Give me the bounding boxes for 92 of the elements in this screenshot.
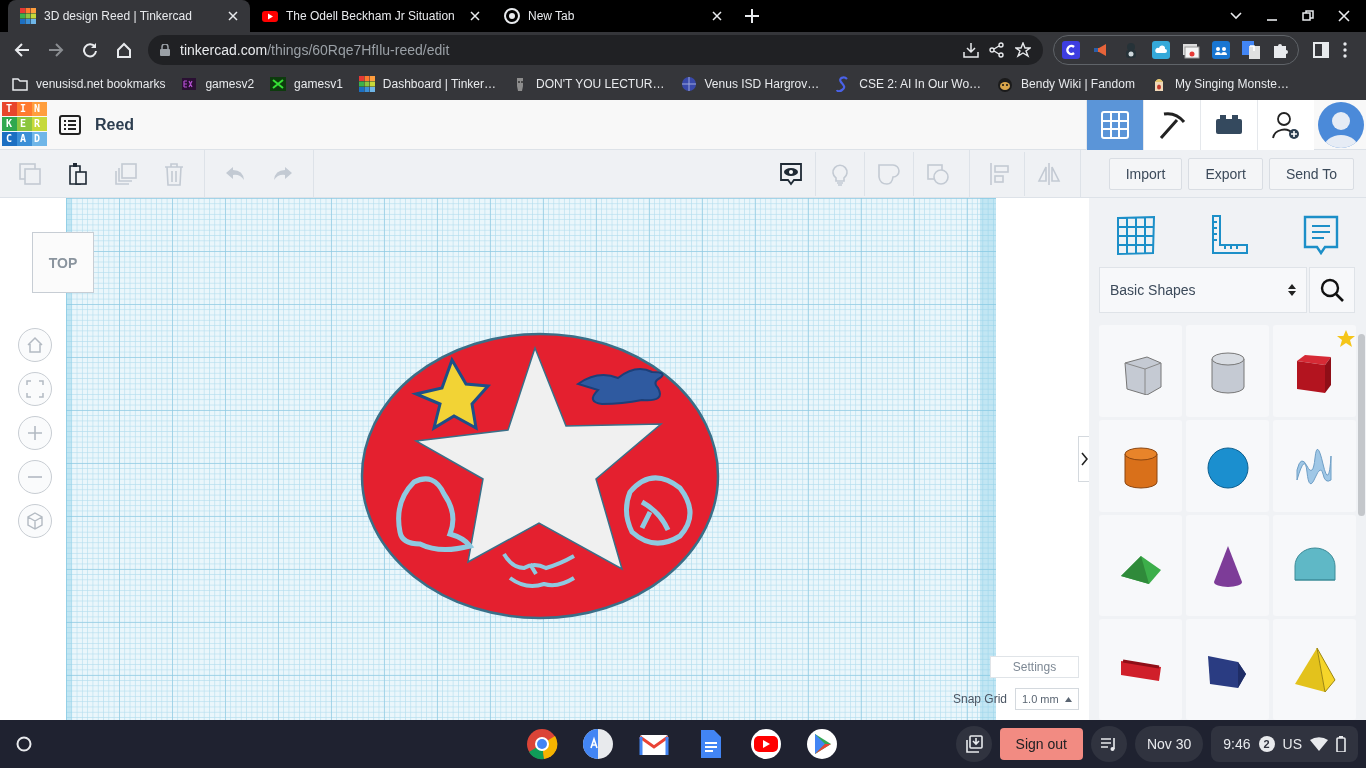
- snap-grid-label: Snap Grid: [952, 692, 1007, 706]
- bookmark-link[interactable]: Bendy Wiki | Fandom: [1021, 77, 1135, 91]
- sign-out-button[interactable]: Sign out: [999, 728, 1083, 760]
- chevron-right-icon[interactable]: [1081, 452, 1088, 466]
- more-icon[interactable]: [1343, 42, 1347, 58]
- grid-view-icon: [1101, 110, 1129, 139]
- windows-stack-icon[interactable]: [1182, 41, 1200, 59]
- shape-tile[interactable]: [1186, 619, 1269, 720]
- browser-tab[interactable]: The Odell Beckham Jr Situation: [250, 0, 492, 32]
- bookmark-link[interactable]: CSE 2: AI In Our Wo…: [859, 77, 982, 91]
- caret-up-icon: [1065, 696, 1072, 702]
- date-button[interactable]: Nov 30: [1134, 726, 1204, 762]
- bookmark-link[interactable]: My Singing Monste…: [1174, 77, 1289, 91]
- workplane-grid-icon[interactable]: [1114, 214, 1158, 256]
- shape-tile[interactable]: [1273, 325, 1356, 417]
- reload-icon[interactable]: [82, 42, 98, 58]
- snap-grid-dropdown[interactable]: 1.0 mm: [1015, 688, 1079, 710]
- play-logo-icon: [262, 8, 278, 24]
- exe-logo-icon: [181, 76, 198, 92]
- shape-tile[interactable]: [1186, 420, 1269, 512]
- shape-tile[interactable]: [1273, 420, 1356, 512]
- bookmark-link[interactable]: gamesv2: [205, 77, 255, 91]
- tinkercad-logo-icon: [358, 76, 375, 92]
- bookmark-link[interactable]: DON'T YOU LECTUR…: [536, 77, 665, 91]
- bookmark-link[interactable]: Venus ISD Hargrov…: [704, 77, 820, 91]
- star-icon[interactable]: [1015, 42, 1031, 58]
- shape-tile[interactable]: [1186, 325, 1269, 417]
- share-icon[interactable]: [989, 42, 1005, 58]
- list-icon[interactable]: [59, 114, 81, 135]
- nav-tab[interactable]: [1143, 99, 1200, 150]
- close-icon[interactable]: [228, 11, 238, 21]
- input-method: US: [1282, 736, 1302, 752]
- download-icon[interactable]: [963, 42, 979, 58]
- cartoon-face-icon: [997, 76, 1014, 92]
- letter-c-logo-icon[interactable]: [1062, 41, 1080, 59]
- cloud-icon[interactable]: [1152, 41, 1170, 59]
- side-panel-icon[interactable]: [1313, 42, 1329, 58]
- new-tab-icon[interactable]: [745, 9, 759, 23]
- bookmark-link[interactable]: Dashboard | Tinker…: [382, 77, 496, 91]
- toolbar-button[interactable]: Export: [1188, 157, 1263, 190]
- status-area[interactable]: 9:46 2 US: [1211, 726, 1358, 762]
- notification-count: 2: [1258, 736, 1275, 752]
- pickaxe-icon: [1158, 110, 1186, 139]
- close-icon[interactable]: [470, 11, 480, 21]
- shape-tile[interactable]: [1099, 325, 1182, 417]
- shape-tile[interactable]: [1186, 515, 1269, 616]
- globe-icon: [680, 76, 697, 92]
- tinkercad-logo-icon: [20, 8, 36, 24]
- browser-logo-icon[interactable]: [526, 728, 558, 760]
- folder-icon: [12, 76, 28, 92]
- category-dropdown[interactable]: Basic Shapes: [1099, 267, 1307, 313]
- nav-tab[interactable]: [1257, 99, 1314, 150]
- translate-icon[interactable]: [1242, 41, 1260, 59]
- shape-tile[interactable]: [1099, 515, 1182, 616]
- browser-tab[interactable]: New Tab: [492, 0, 734, 32]
- eye-speech-bubble-icon[interactable]: [778, 161, 803, 186]
- bookmark-link[interactable]: gamesv1: [294, 77, 343, 91]
- media-queue-icon[interactable]: [1099, 736, 1118, 752]
- battery-icon: [1336, 736, 1346, 752]
- shape-tile[interactable]: [1099, 619, 1182, 720]
- close-icon[interactable]: [712, 11, 722, 21]
- clipboard-icon[interactable]: [66, 161, 90, 186]
- browser-tab[interactable]: 3D design Reed | Tinkercad: [8, 0, 250, 32]
- shape-tile[interactable]: [1273, 619, 1356, 720]
- toolbar-button[interactable]: Import: [1108, 157, 1183, 190]
- forward-icon[interactable]: [48, 42, 64, 58]
- lock-icon: [160, 44, 170, 56]
- settings-button[interactable]: Settings: [990, 656, 1079, 678]
- design-title[interactable]: Reed: [95, 115, 135, 134]
- back-icon[interactable]: [14, 42, 30, 58]
- browser-logo-icon: [504, 8, 520, 24]
- translate-icon[interactable]: [582, 728, 614, 760]
- shape-tile[interactable]: [1099, 420, 1182, 512]
- nav-tab[interactable]: [1200, 99, 1257, 150]
- game-logo-icon: [270, 76, 287, 92]
- restore-icon[interactable]: [1301, 9, 1315, 23]
- shape-tile[interactable]: [1273, 515, 1356, 616]
- bookmark-link[interactable]: venusisd.net bookmarks: [36, 77, 166, 91]
- play-logo-icon[interactable]: [750, 728, 782, 760]
- puzzle-icon[interactable]: [1272, 41, 1290, 59]
- add-user-icon: [1272, 110, 1300, 139]
- people-icon[interactable]: [1212, 41, 1230, 59]
- launcher-icon[interactable]: [16, 736, 32, 752]
- search-icon[interactable]: [1320, 278, 1344, 302]
- address-bar[interactable]: tinkercad.com/things/60Rqe7HfIlu-reed/edit: [148, 35, 1043, 65]
- close-icon[interactable]: [1337, 9, 1351, 23]
- screen-capture-icon[interactable]: [964, 735, 983, 753]
- sort-arrows-icon: [1288, 283, 1296, 297]
- toolbar-button[interactable]: Send To: [1268, 157, 1354, 190]
- scrollbar[interactable]: [1358, 334, 1365, 516]
- clock: 9:46: [1223, 736, 1251, 752]
- wifi-icon: [1310, 737, 1328, 751]
